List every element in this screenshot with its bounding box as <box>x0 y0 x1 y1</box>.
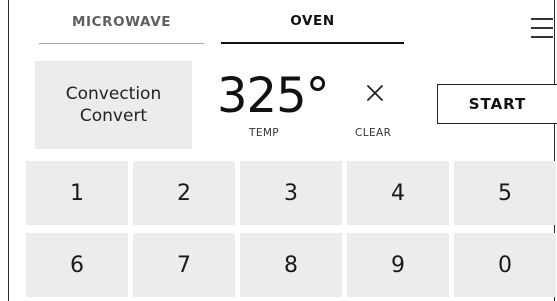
start-button[interactable]: START <box>437 84 557 124</box>
clear-label[interactable]: CLEAR <box>355 127 391 139</box>
convection-convert-label: Convection Convert <box>65 84 162 126</box>
menu-line <box>531 36 553 38</box>
hamburger-menu-icon[interactable] <box>531 17 555 39</box>
keypad-key-9[interactable]: 9 <box>347 233 449 297</box>
keypad-key-0[interactable]: 0 <box>454 233 556 297</box>
keypad-key-7[interactable]: 7 <box>133 233 235 297</box>
keypad-key-8[interactable]: 8 <box>240 233 342 297</box>
keypad-key-3[interactable]: 3 <box>240 161 342 225</box>
keypad-key-6[interactable]: 6 <box>26 233 128 297</box>
oven-control-panel: MICROWAVE OVEN Convection Convert 325° T… <box>8 0 557 301</box>
convection-convert-button[interactable]: Convection Convert <box>35 61 192 149</box>
temperature-label: TEMP <box>249 127 280 139</box>
tab-oven[interactable]: OVEN <box>221 0 404 44</box>
keypad-key-1[interactable]: 1 <box>26 161 128 225</box>
keypad-key-2[interactable]: 2 <box>133 161 235 225</box>
keypad-key-5[interactable]: 5 <box>454 161 556 225</box>
menu-line <box>531 18 553 20</box>
temperature-display: 325° <box>217 68 330 124</box>
keypad-key-4[interactable]: 4 <box>347 161 449 225</box>
tab-microwave[interactable]: MICROWAVE <box>39 0 204 44</box>
close-x-icon[interactable] <box>364 82 386 104</box>
menu-line <box>531 27 553 29</box>
